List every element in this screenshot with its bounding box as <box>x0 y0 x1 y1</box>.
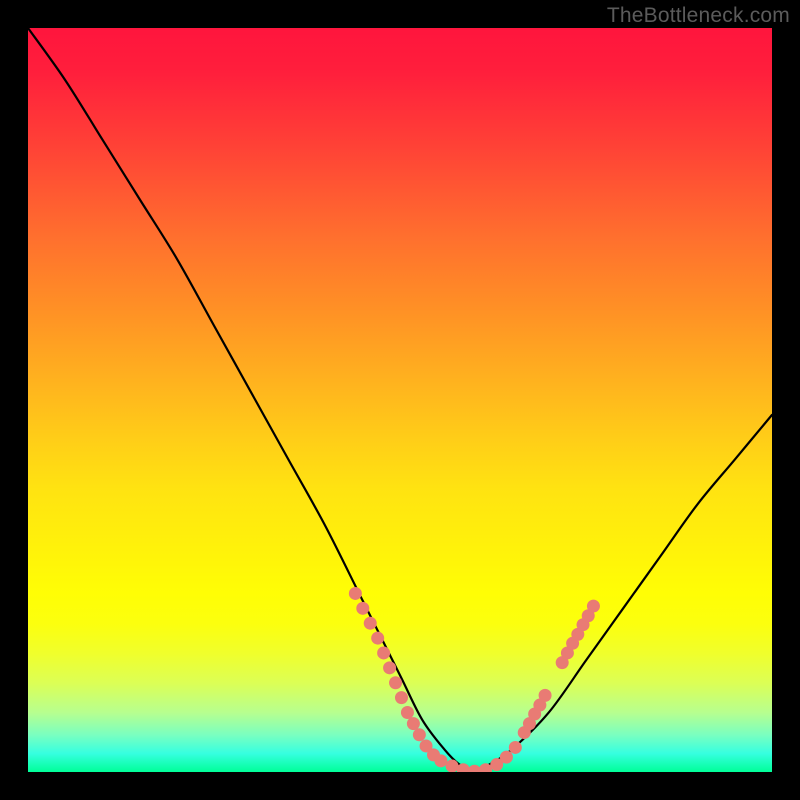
highlight-dot <box>556 656 569 669</box>
highlight-dot <box>528 707 541 720</box>
highlight-dot <box>427 748 440 761</box>
highlight-dot <box>523 717 536 730</box>
chart-plot-area <box>28 28 772 772</box>
highlight-dot <box>446 760 459 772</box>
highlight-dot <box>349 587 362 600</box>
highlight-dot <box>401 706 414 719</box>
highlight-dot <box>539 689 552 702</box>
highlight-dot <box>371 632 384 645</box>
highlight-dot <box>434 754 447 767</box>
highlight-dot <box>582 609 595 622</box>
highlight-dot <box>518 726 531 739</box>
highlight-dot <box>561 646 574 659</box>
watermark-text: TheBottleneck.com <box>607 4 790 28</box>
highlight-dot <box>377 646 390 659</box>
bottleneck-curve-path <box>28 28 772 772</box>
chart-svg <box>28 28 772 772</box>
highlight-dot <box>420 739 433 752</box>
highlight-dot <box>566 637 579 650</box>
highlight-dot <box>457 763 470 772</box>
highlight-dot <box>587 600 600 613</box>
highlight-dot <box>383 661 396 674</box>
highlight-dot <box>407 717 420 730</box>
highlight-dot <box>364 617 377 630</box>
highlight-dot <box>389 676 402 689</box>
highlight-markers <box>349 587 600 772</box>
highlight-dot <box>571 628 584 641</box>
highlight-dot <box>356 602 369 615</box>
highlight-dot <box>413 728 426 741</box>
highlight-dot <box>479 763 492 772</box>
highlight-dot <box>468 765 481 772</box>
highlight-dot <box>500 751 513 764</box>
highlight-dot <box>490 758 503 771</box>
highlight-dot <box>395 691 408 704</box>
highlight-dot <box>577 618 590 631</box>
highlight-dot <box>533 699 546 712</box>
highlight-dot <box>509 741 522 754</box>
